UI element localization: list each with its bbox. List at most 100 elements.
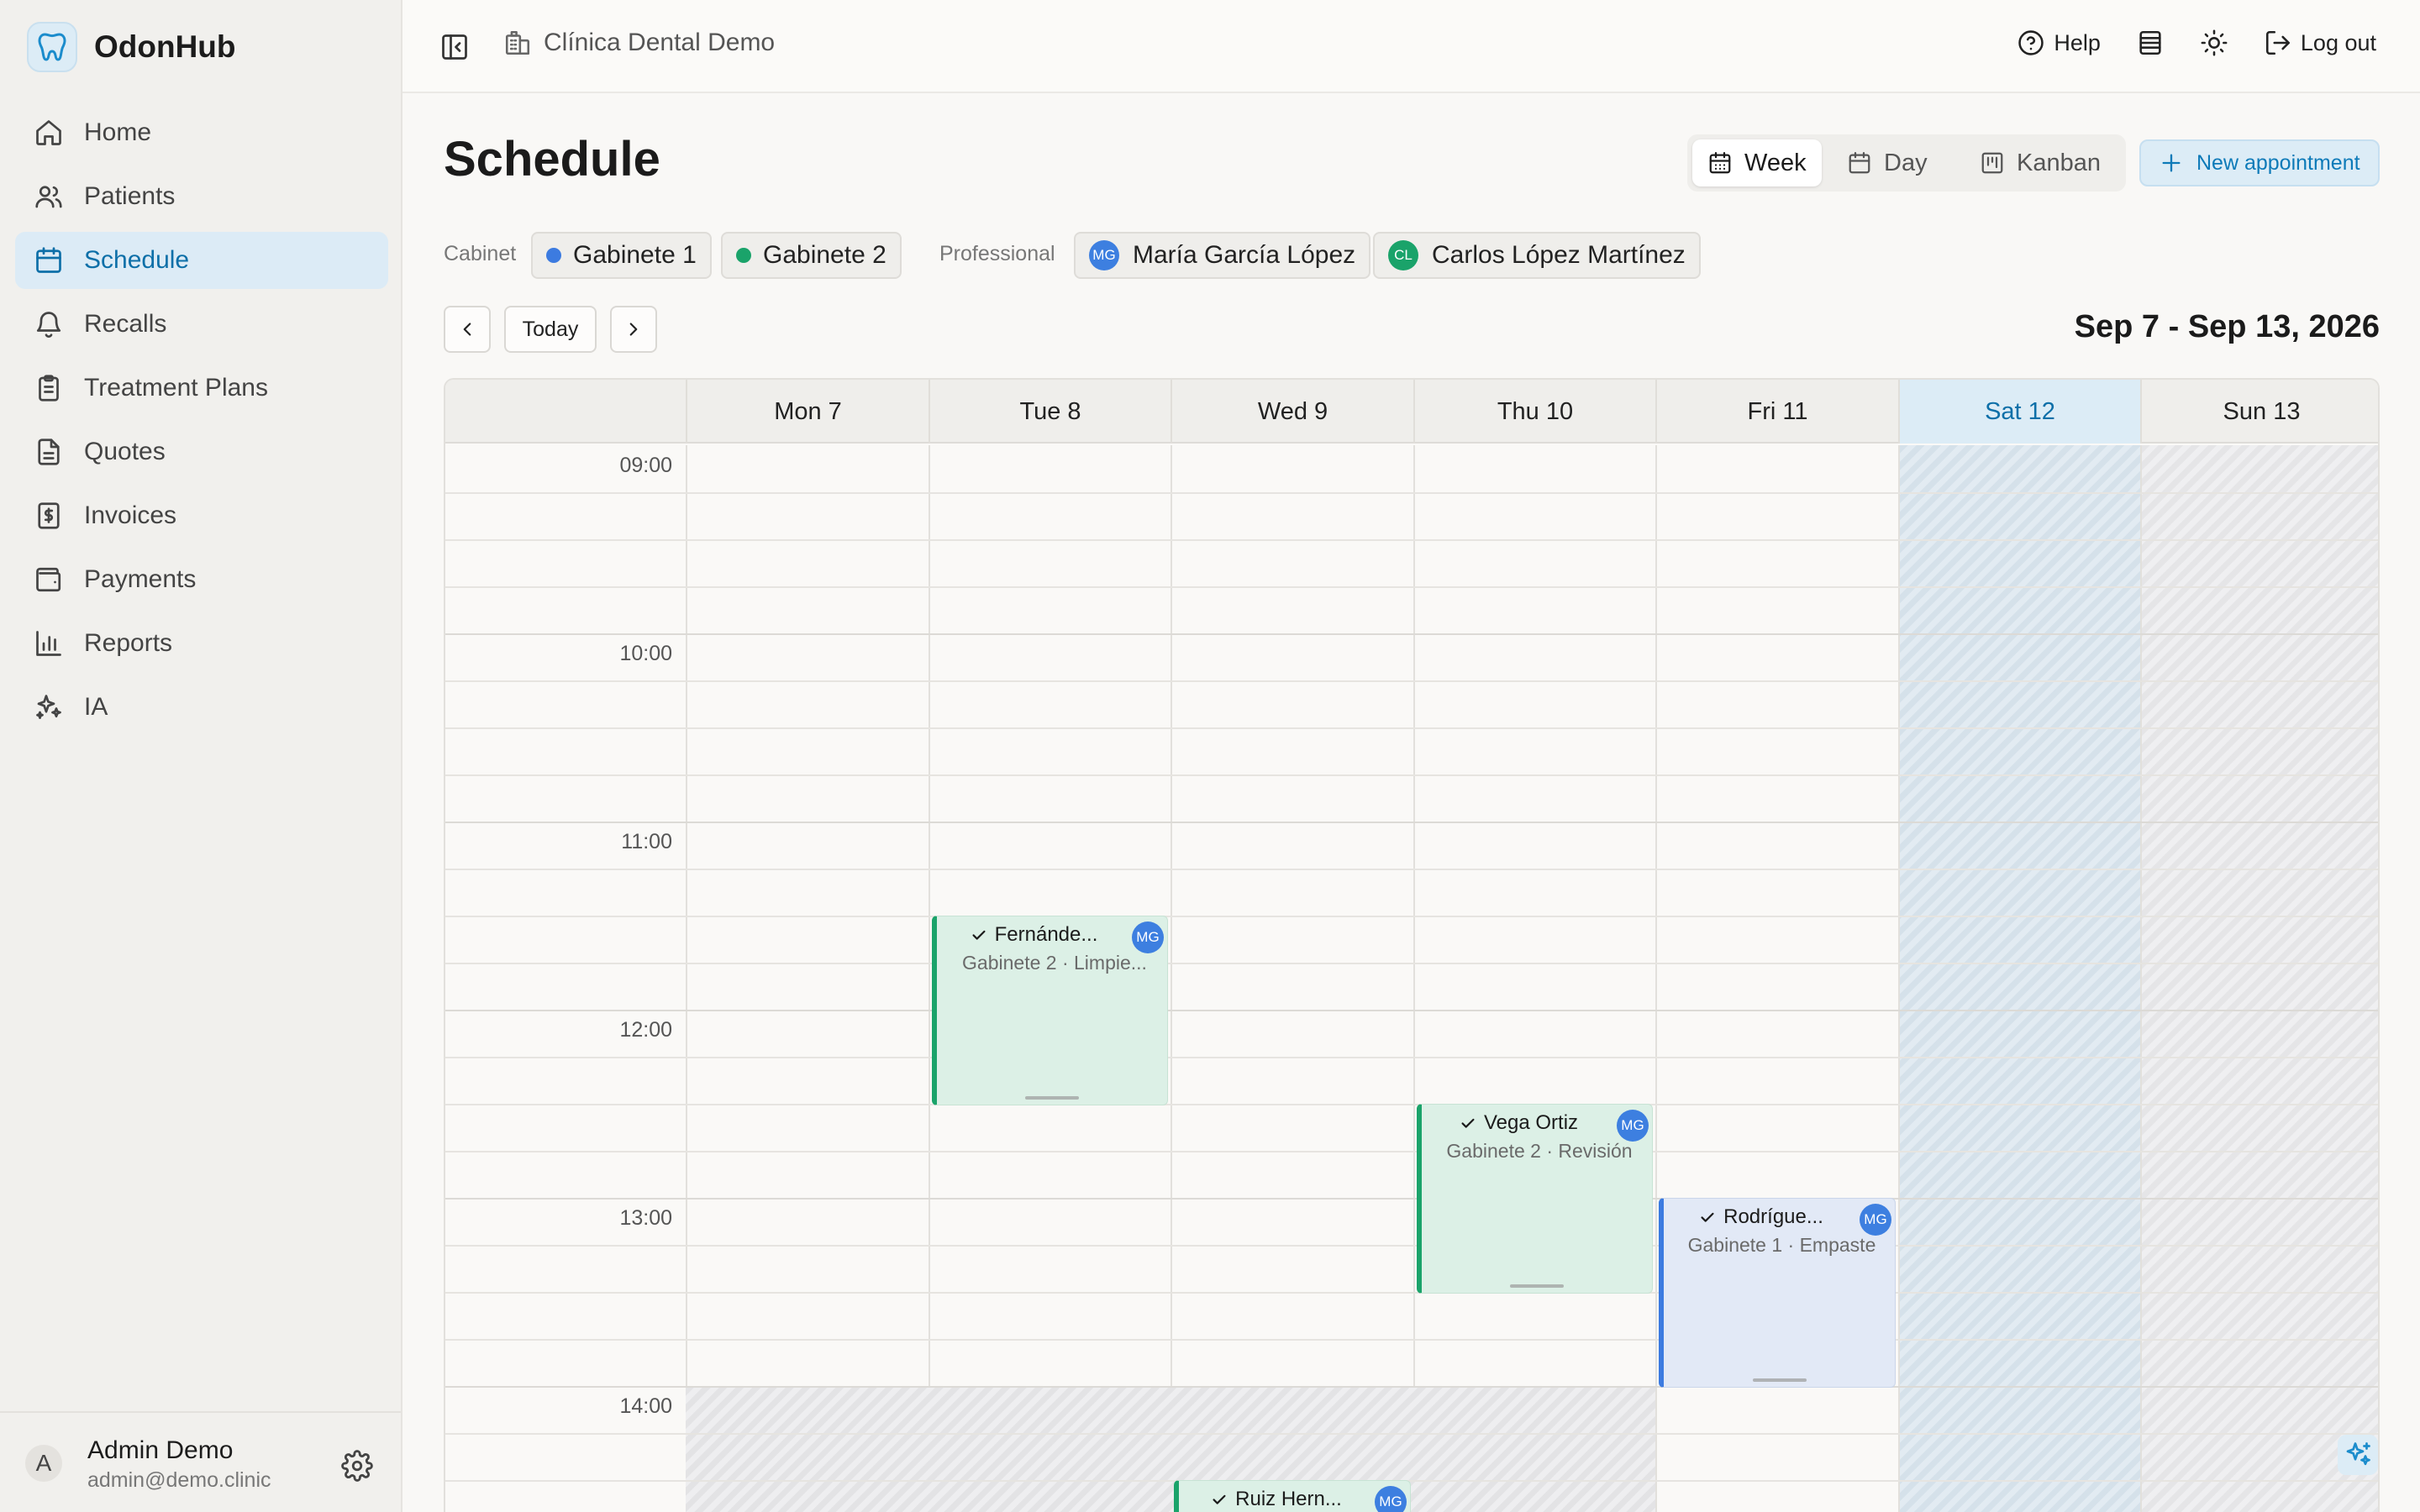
rows-icon (2139, 30, 2161, 55)
chevron-right-icon (629, 323, 638, 336)
appointment-card[interactable]: Rodrígue... Gabinete 1 · Empaste MG (1659, 1198, 1896, 1388)
logout-icon (2265, 30, 2290, 55)
calendar-grid: 09:00 10:00 11:00 12:00 13:00 14:00 Fern… (445, 445, 2378, 1512)
tab-kanban[interactable]: Kanban (1965, 139, 2116, 186)
app-name: OdonHub (94, 29, 236, 64)
day-header-sun[interactable]: Sun 13 (2140, 380, 2378, 444)
professional-filter-label: Professional (939, 242, 1055, 265)
cabinet-chip-gabinete-2[interactable]: Gabinete 2 (721, 232, 902, 279)
check-icon (1213, 1494, 1226, 1504)
sidebar-item-ia[interactable]: IA (15, 679, 388, 736)
sidebar-item-patients[interactable]: Patients (15, 168, 388, 225)
grid-line (445, 1386, 2378, 1388)
day-header-wed[interactable]: Wed 9 (1171, 380, 1413, 444)
density-toggle[interactable] (2136, 29, 2165, 57)
calendar-icon (36, 247, 61, 273)
prev-week-button[interactable] (444, 306, 491, 353)
resize-handle[interactable] (1752, 1378, 1807, 1382)
topbar: Clínica Dental Demo Help Log out (402, 0, 2420, 93)
sidebar-item-label: IA (84, 693, 108, 721)
day-header-mon[interactable]: Mon 7 (686, 380, 929, 444)
grid-line (445, 1198, 2378, 1200)
users-icon (35, 186, 62, 208)
day-column-sat[interactable] (1898, 445, 2140, 1512)
tooth-logo-icon (27, 22, 77, 72)
avatar: MG (1617, 1110, 1649, 1142)
sidebar-item-label: Quotes (84, 438, 166, 465)
patient-name: Ruiz Hern... (1235, 1488, 1342, 1510)
ai-assistant-button[interactable] (2338, 1435, 2378, 1475)
sidebar-item-label: Reports (84, 629, 173, 657)
sidebar-item-label: Recalls (84, 310, 167, 338)
cabinet-chip-label: Gabinete 1 (573, 241, 697, 269)
professional-chip-maria[interactable]: MG María García López (1074, 232, 1371, 279)
avatar[interactable]: A (25, 1445, 62, 1482)
tab-day-label: Day (1884, 149, 1928, 176)
sidebar-item-payments[interactable]: Payments (15, 551, 388, 608)
sidebar-item-schedule[interactable]: Schedule (15, 232, 388, 289)
brand[interactable]: OdonHub (27, 22, 236, 72)
user-email: admin@demo.clinic (87, 1468, 271, 1492)
grid-line (445, 1480, 2378, 1482)
day-column-thu[interactable] (1413, 445, 1655, 1512)
appointment-card[interactable]: Fernánde... Gabinete 2 · Limpie... MG (932, 916, 1168, 1105)
sidebar-item-recalls[interactable]: Recalls (15, 296, 388, 353)
grid-line (445, 1292, 2378, 1294)
today-button[interactable]: Today (504, 306, 597, 353)
day-header-sat[interactable]: Sat 12 (1898, 380, 2140, 444)
resize-handle[interactable] (1510, 1284, 1564, 1288)
day-column-mon[interactable] (686, 445, 929, 1512)
gear-icon[interactable] (341, 1450, 373, 1482)
topbar-actions: Help Log out (1981, 29, 2376, 57)
sidebar-item-quotes[interactable]: Quotes (15, 423, 388, 480)
sidebar: OdonHub Home Patients Schedule Recalls T… (0, 0, 402, 1512)
new-appointment-button[interactable]: New appointment (2139, 139, 2380, 186)
building-icon (505, 30, 530, 55)
day-header-fri[interactable]: Fri 11 (1655, 380, 1898, 444)
tab-kanban-label: Kanban (2017, 149, 2101, 176)
grid-line (445, 1433, 2378, 1435)
time-label-1000: 10:00 (619, 642, 672, 665)
day-header-thu[interactable]: Thu 10 (1413, 380, 1655, 444)
resize-handle[interactable] (1025, 1096, 1079, 1100)
cabinet-color-dot (546, 248, 561, 263)
sparkles-icon (36, 695, 61, 719)
sidebar-item-reports[interactable]: Reports (15, 615, 388, 672)
time-label-1200: 12:00 (619, 1018, 672, 1042)
day-header-tue[interactable]: Tue 8 (929, 380, 1171, 444)
sidebar-item-invoices[interactable]: Invoices (15, 487, 388, 544)
appointment-card[interactable]: Vega Ortiz Gabinete 2 · Revisión MG (1417, 1104, 1653, 1294)
grid-line (445, 539, 2378, 541)
time-label-0900: 09:00 (619, 454, 672, 477)
logout-button[interactable]: Log out (2264, 29, 2376, 57)
appointment-card[interactable]: Ruiz Hern... MG (1174, 1480, 1411, 1512)
clinic-selector[interactable]: Clínica Dental Demo (503, 29, 775, 57)
page-title: Schedule (444, 132, 660, 186)
tab-week[interactable]: Week (1692, 139, 1822, 186)
cabinet-chip-label: Gabinete 2 (763, 241, 886, 269)
help-button[interactable]: Help (2017, 29, 2101, 57)
sidebar-toggle-icon[interactable] (439, 32, 470, 62)
day-column-wed[interactable] (1171, 445, 1413, 1512)
calendar-icon (1849, 152, 1870, 174)
professional-chip-carlos[interactable]: CL Carlos López Martínez (1373, 232, 1701, 279)
tab-day[interactable]: Day (1832, 139, 1943, 186)
sparkles-icon (2346, 1442, 2370, 1466)
day-column-sun[interactable] (2140, 445, 2378, 1512)
grid-line (445, 680, 2378, 682)
view-switcher: Week Day Kanban (1687, 134, 2126, 192)
cabinet-color-dot (736, 248, 751, 263)
week-calendar: Mon 7 Tue 8 Wed 9 Thu 10 Fri 11 Sat 12 S… (444, 378, 2380, 1512)
sidebar-item-treatment-plans[interactable]: Treatment Plans (15, 360, 388, 417)
cabinet-chip-gabinete-1[interactable]: Gabinete 1 (531, 232, 712, 279)
theme-toggle[interactable] (2200, 29, 2228, 57)
wallet-icon (36, 567, 61, 592)
time-label-1100: 11:00 (621, 830, 672, 853)
sidebar-item-home[interactable]: Home (15, 104, 388, 161)
avatar: MG (1860, 1204, 1891, 1236)
file-text-icon (38, 438, 60, 465)
grid-line (445, 869, 2378, 870)
professional-chip-label: Carlos López Martínez (1432, 241, 1686, 269)
next-week-button[interactable] (610, 306, 657, 353)
time-label-1400: 14:00 (619, 1394, 672, 1418)
